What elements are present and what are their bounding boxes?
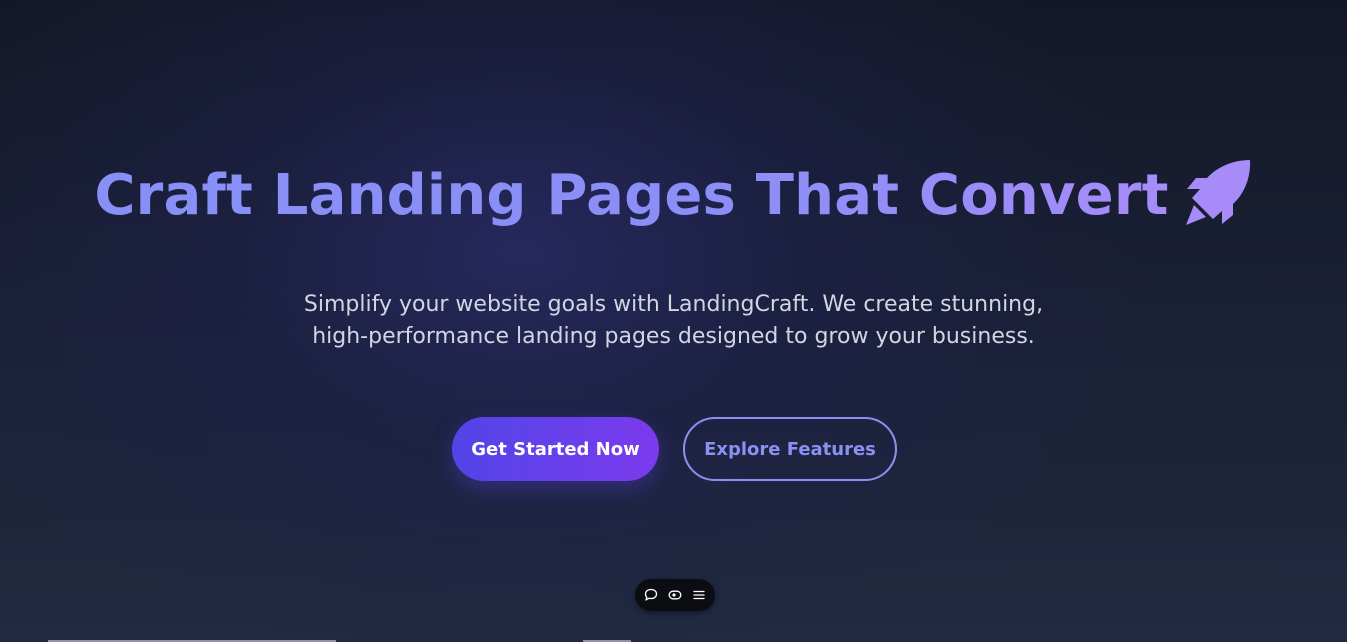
comment-icon[interactable]: [644, 588, 659, 603]
headline-text: Craft Landing Pages That Convert: [94, 163, 1169, 228]
hero-subtitle: Simplify your website goals with Landing…: [0, 289, 1347, 353]
rocket-icon: [1183, 158, 1253, 228]
hero-headline: Craft Landing Pages That Convert: [0, 158, 1347, 231]
menu-icon[interactable]: [692, 588, 707, 603]
subtitle-line-1: Simplify your website goals with Landing…: [303, 292, 1044, 317]
eye-icon[interactable]: [668, 588, 683, 603]
explore-features-button[interactable]: Explore Features: [683, 417, 897, 481]
floating-toolbar: [635, 579, 715, 611]
get-started-button[interactable]: Get Started Now: [452, 417, 659, 481]
subtitle-line-2: high-performance landing pages designed …: [312, 324, 1035, 349]
hero-section: Craft Landing Pages That Convert Simplif…: [0, 0, 1347, 642]
